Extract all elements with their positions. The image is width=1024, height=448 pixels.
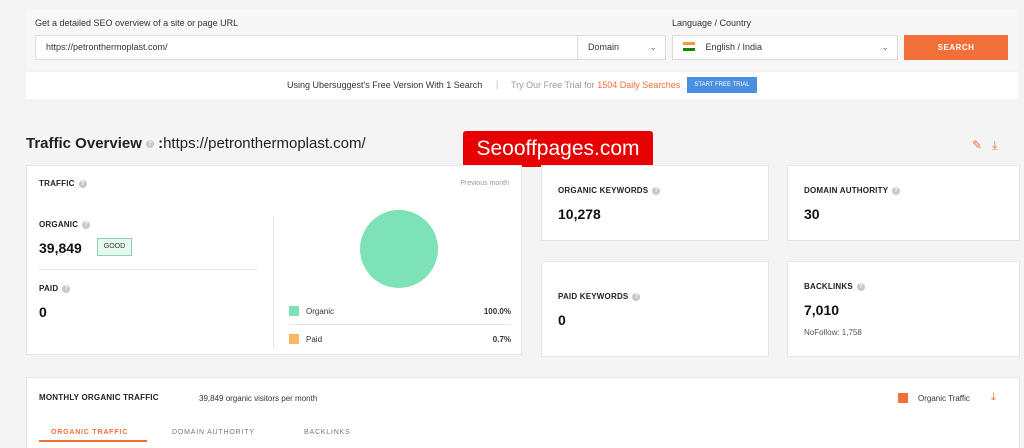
info-icon[interactable]: ? [856,282,865,291]
active-tab-indicator [39,440,147,442]
overview-url: https://petronthermoplast.com/ [163,135,366,152]
backlinks-label: BACKLINKS? [804,282,865,291]
legend-percent: 100.0% [483,307,511,316]
language-select-value: English / India [705,42,763,52]
paid-label-text: PAID [39,284,59,293]
search-panel: Get a detailed SEO overview of a site or… [26,9,1018,69]
domain-authority-label-text: DOMAIN AUTHORITY [804,186,889,195]
legend-percent: 0.7% [492,335,511,344]
tab-domain-authority[interactable]: DOMAIN AUTHORITY [172,429,255,436]
backlinks-card: BACKLINKS? 7,010 NoFollow: 1,758 [787,261,1020,357]
info-icon[interactable]: ? [145,140,154,149]
india-flag-icon [683,42,695,52]
chevron-down-icon: ⌄ [649,42,657,52]
domain-select[interactable]: Domain ⌄ [577,35,666,60]
divider [289,324,511,325]
monthly-organic-traffic-panel: MONTHLY ORGANIC TRAFFIC 39,849 organic v… [26,377,1020,448]
organic-swatch [289,306,299,316]
domain-authority-label: DOMAIN AUTHORITY? [804,186,901,195]
paid-keywords-label: PAID KEYWORDS? [558,292,641,301]
edit-icon[interactable]: ✎ [972,138,982,152]
search-label: Get a detailed SEO overview of a site or… [35,18,239,28]
info-icon[interactable]: ? [632,292,641,301]
paid-value: 0 [39,304,47,320]
info-icon[interactable]: ? [652,186,661,195]
free-version-text: Using Ubersuggest's Free Version With 1 … [287,80,483,90]
info-icon[interactable]: ? [892,186,901,195]
page-title: Traffic Overview? :https://petronthermop… [26,135,366,152]
header-actions: ✎ ⤓ [972,136,1007,154]
download-icon[interactable]: ⤓ [991,391,996,404]
tab-organic-traffic[interactable]: ORGANIC TRAFFIC [51,429,128,436]
organic-value: 39,849 [39,240,82,256]
overview-title: Traffic Overview [26,135,142,152]
tab-backlinks[interactable]: BACKLINKS [304,429,351,436]
info-icon[interactable]: ? [62,284,71,293]
domain-select-value: Domain [588,42,620,52]
url-input[interactable]: https://petronthermoplast.com/ [35,35,596,60]
organic-keywords-value: 10,278 [558,206,601,222]
paid-keywords-label-text: PAID KEYWORDS [558,292,629,301]
backlinks-value: 7,010 [804,302,840,318]
legend-label: Organic Traffic [918,394,970,403]
search-button[interactable]: SEARCH [904,35,1008,60]
paid-keywords-card: PAID KEYWORDS? 0 [541,261,769,357]
backlinks-label-text: BACKLINKS [804,282,853,291]
domain-authority-value: 30 [804,206,820,222]
legend-label: Paid [306,335,323,344]
organic-keywords-label-text: ORGANIC KEYWORDS [558,186,649,195]
domain-authority-card: DOMAIN AUTHORITY? 30 [787,165,1020,241]
traffic-label-text: TRAFFIC [39,179,75,188]
trial-prefix: Try Our Free Trial for [511,80,595,90]
paid-label: PAID? [39,284,71,293]
chevron-down-icon: ⌄ [881,42,889,52]
traffic-label: TRAFFIC? [39,179,87,188]
organic-label: ORGANIC? [39,220,91,229]
divider [273,216,274,348]
traffic-pie-chart [360,210,438,288]
info-icon[interactable]: ? [82,220,91,229]
period-label: Previous month [460,180,509,187]
language-country-label: Language / Country [672,18,752,28]
organic-label-text: ORGANIC [39,220,79,229]
language-select[interactable]: English / India ⌄ [672,35,898,60]
divider: | [496,79,499,89]
legend-label: Organic [306,307,335,316]
nofollow-count: NoFollow: 1,758 [804,328,862,337]
organic-traffic-swatch [898,393,908,403]
organic-keywords-card: ORGANIC KEYWORDS? 10,278 [541,165,769,241]
status-badge: GOOD [97,238,132,256]
trial-highlight: 1504 Daily Searches [597,80,681,90]
traffic-card: TRAFFIC? Previous month ORGANIC? 39,849 … [26,165,522,355]
monthly-title: MONTHLY ORGANIC TRAFFIC [39,393,159,402]
organic-keywords-label: ORGANIC KEYWORDS? [558,186,661,195]
paid-swatch [289,334,299,344]
monthly-subtitle: 39,849 organic visitors per month [199,394,318,403]
download-icon[interactable]: ⤓ [992,138,997,153]
divider [39,269,257,270]
paid-keywords-value: 0 [558,312,566,328]
free-version-bar: Using Ubersuggest's Free Version With 1 … [26,72,1018,99]
start-free-trial-button[interactable]: START FREE TRIAL [687,77,757,93]
watermark: Seooffpages.com [463,131,653,167]
trial-text: Try Our Free Trial for 1504 Daily Search… [511,80,680,90]
info-icon[interactable]: ? [78,179,87,188]
